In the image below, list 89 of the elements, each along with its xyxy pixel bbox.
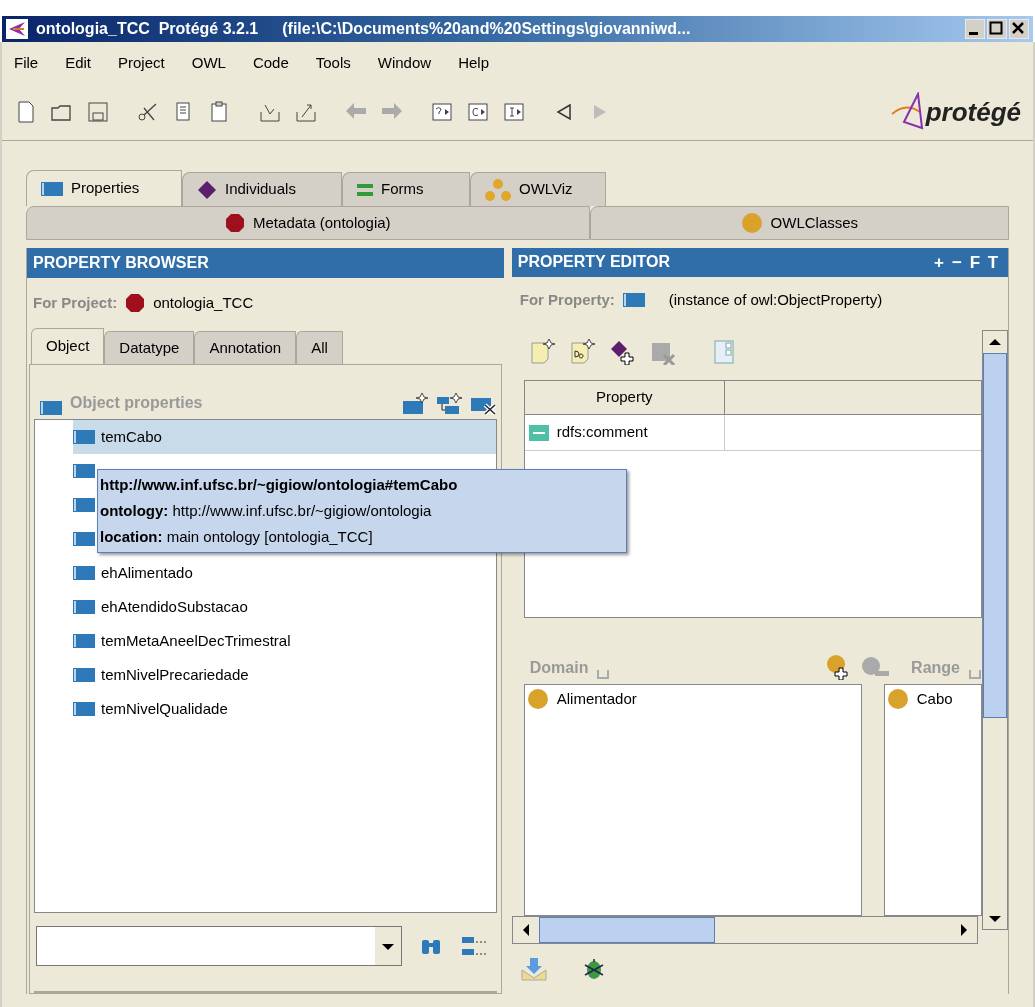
annotation-icon xyxy=(528,424,549,441)
menu-item[interactable]: Project xyxy=(118,51,165,75)
property-icon xyxy=(73,702,95,716)
domain-item[interactable]: Alimentador xyxy=(524,685,861,713)
tooltip-line: location: main ontology [ontologia_TCC] xyxy=(100,527,374,547)
tree-item[interactable]: ehAtendidoSubstacao xyxy=(73,590,496,624)
nodes-icon xyxy=(485,178,511,201)
property-icon xyxy=(73,498,95,512)
tab[interactable]: Object xyxy=(31,328,105,364)
menu-item[interactable]: Edit xyxy=(65,51,92,75)
minimize-button[interactable] xyxy=(965,19,985,39)
tooltip-line: http://www.inf.ufsc.br/~gigiow/ontologia#temCabo xyxy=(100,475,459,495)
tab[interactable]: Individuals xyxy=(182,172,342,206)
header-button[interactable]: T xyxy=(984,249,1002,275)
menu-item[interactable]: Window xyxy=(377,51,432,75)
hexagon-icon xyxy=(125,293,146,313)
panel-header: PROPERTY BROWSER xyxy=(27,248,504,278)
logo-text: protégé xyxy=(925,95,1021,129)
property-icon xyxy=(73,464,95,478)
menu-item[interactable]: Tools xyxy=(315,51,351,75)
tab[interactable]: OWLClasses xyxy=(589,206,1009,240)
property-icon xyxy=(73,566,95,580)
table-cell: rdfs:comment xyxy=(524,415,725,450)
range-item[interactable]: Cabo xyxy=(884,685,981,713)
range-label: Range xyxy=(911,658,960,678)
app-icon xyxy=(6,19,28,39)
property-icon xyxy=(73,668,95,682)
window-path: (file:\C:\Documents%20and%20Settings\giovanniwd... xyxy=(282,19,692,39)
tab[interactable]: Datatype xyxy=(104,331,195,364)
circle-icon xyxy=(886,688,909,710)
panel-title: PROPERTY EDITOR xyxy=(517,252,672,273)
save-icon[interactable] xyxy=(86,100,110,124)
menu-item[interactable]: File xyxy=(14,51,39,75)
property-icon xyxy=(73,430,95,444)
hexagon-icon xyxy=(225,213,246,233)
tab[interactable]: Annotation xyxy=(194,331,297,364)
tab[interactable]: Forms xyxy=(342,172,470,206)
add-value-icon[interactable] xyxy=(609,339,636,365)
circle-icon xyxy=(740,212,763,234)
header-button[interactable]: F xyxy=(966,249,984,275)
for-property-label: For Property: xyxy=(519,290,615,310)
hierarchy-icon[interactable] xyxy=(460,934,486,958)
menu-item[interactable]: Help xyxy=(458,51,489,75)
tree-item[interactable]: temNivelPrecariedade xyxy=(73,658,496,692)
vertical-scrollbar[interactable] xyxy=(982,330,1008,930)
window-title: ontologia_TCC Protégé 3.2.1 xyxy=(36,19,259,39)
horizontal-scrollbar[interactable] xyxy=(511,916,978,944)
instance-type: (instance of owl:ObjectProperty) xyxy=(668,290,883,310)
menu-item[interactable]: OWL xyxy=(191,51,226,75)
diamond-icon xyxy=(197,179,217,200)
tree-title: Object properties xyxy=(70,393,204,413)
instance-frame-icon[interactable] xyxy=(502,100,526,124)
equals-icon xyxy=(357,183,373,196)
project-name: ontologia_TCC xyxy=(153,292,254,313)
tab[interactable]: OWLViz xyxy=(470,172,606,206)
circle-icon xyxy=(526,688,549,710)
close-button[interactable] xyxy=(1009,19,1029,39)
union-icon xyxy=(968,668,982,680)
header-button[interactable]: + xyxy=(930,249,948,275)
add-subproperty-icon[interactable] xyxy=(436,393,463,415)
tree-item[interactable]: temCabo xyxy=(73,420,496,454)
property-icon xyxy=(622,293,645,308)
query-icon[interactable] xyxy=(430,100,454,124)
tab[interactable]: Metadata (ontologia) xyxy=(26,206,590,240)
tree-item[interactable]: ehAlimentado xyxy=(73,556,496,590)
property-icon xyxy=(73,634,95,648)
scrollbar-thumb[interactable] xyxy=(983,353,1007,718)
property-icon xyxy=(73,532,95,546)
add-property-icon[interactable] xyxy=(402,393,429,415)
property-icon xyxy=(73,600,95,614)
tooltip-line: ontology: http://www.inf.ufsc.br/~gigiow/ontologia xyxy=(100,501,433,521)
class-frame-icon[interactable] xyxy=(466,100,490,124)
tree-item[interactable]: temMetaAneelDecTrimestral xyxy=(73,624,496,658)
maximize-button[interactable] xyxy=(987,19,1007,39)
download-icon[interactable] xyxy=(519,956,548,982)
tab[interactable]: All xyxy=(296,331,343,364)
scrollbar-thumb[interactable] xyxy=(538,917,715,943)
menu-item[interactable]: Code xyxy=(252,51,289,75)
header-button[interactable]: − xyxy=(948,249,966,275)
tab[interactable]: Properties xyxy=(26,170,182,206)
for-project-label: For Project: xyxy=(33,292,118,313)
domain-label: Domain xyxy=(529,658,589,678)
property-icon xyxy=(40,401,62,415)
union-icon xyxy=(596,668,611,680)
new-data-note-icon[interactable] xyxy=(569,339,596,365)
search-combo-box[interactable] xyxy=(36,926,402,966)
property-icon xyxy=(41,181,63,196)
new-note-icon[interactable] xyxy=(529,339,556,365)
tree-item[interactable]: temNivelQualidade xyxy=(73,692,496,726)
